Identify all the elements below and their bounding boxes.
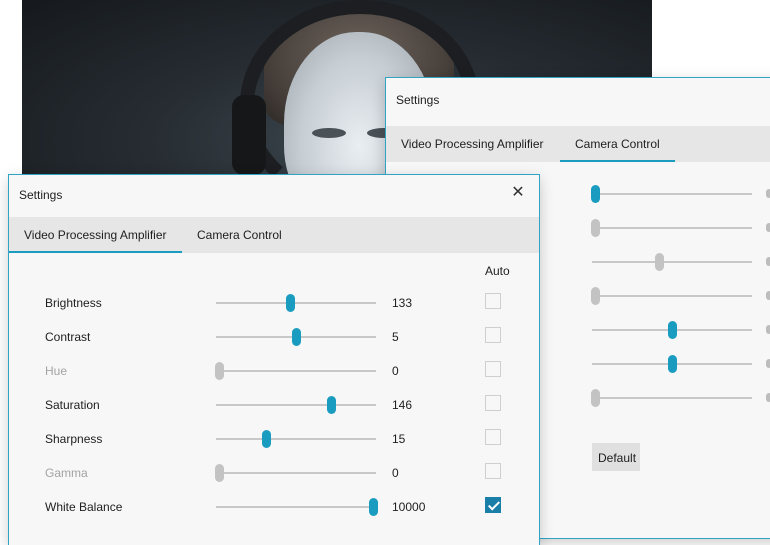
brightness-auto-checkbox[interactable] bbox=[485, 293, 501, 309]
close-icon[interactable]: ✕ bbox=[508, 183, 528, 203]
slider-thumb bbox=[591, 219, 601, 237]
tab-video-processing-amplifier[interactable]: Video Processing Amplifier bbox=[386, 126, 559, 162]
slider-thumb[interactable] bbox=[261, 430, 271, 448]
setting-value: 0 bbox=[392, 364, 399, 378]
settings-window-front: Settings ✕ Video Processing Amplifier Ca… bbox=[9, 175, 539, 545]
window-title: Settings bbox=[19, 188, 63, 202]
setting-label: White Balance bbox=[45, 500, 123, 514]
preview-earcup bbox=[232, 95, 266, 175]
slider-thumb bbox=[591, 287, 601, 305]
setting-value: 5 bbox=[392, 330, 399, 344]
slider-thumb[interactable] bbox=[292, 328, 301, 346]
setting-row-brightness: Brightness 133 bbox=[9, 286, 539, 320]
title-bar: Settings ✕ bbox=[9, 175, 539, 217]
slider-thumb[interactable] bbox=[368, 498, 378, 516]
setting-row-sharpness: Sharpness 15 bbox=[9, 422, 539, 456]
setting-label: Hue bbox=[45, 364, 68, 378]
slider-thumb[interactable] bbox=[285, 294, 295, 312]
camera-control-slider[interactable] bbox=[591, 185, 752, 203]
setting-row-hue: Hue 0 bbox=[9, 354, 539, 388]
setting-row-contrast: Contrast 5 bbox=[9, 320, 539, 354]
slider-thumb bbox=[215, 464, 225, 482]
hue-auto-checkbox bbox=[485, 361, 501, 377]
contrast-auto-checkbox[interactable] bbox=[485, 327, 501, 343]
camera-control-slider bbox=[592, 253, 752, 271]
camera-control-slider bbox=[591, 219, 752, 237]
tab-bar: Video Processing Amplifier Camera Contro… bbox=[9, 217, 539, 253]
setting-label: Saturation bbox=[45, 398, 100, 412]
brightness-slider[interactable] bbox=[216, 294, 376, 312]
value-indicator bbox=[766, 325, 770, 334]
saturation-auto-checkbox[interactable] bbox=[485, 395, 501, 411]
contrast-slider[interactable] bbox=[216, 328, 376, 346]
value-indicator bbox=[766, 393, 770, 402]
gamma-auto-checkbox bbox=[485, 463, 501, 479]
sharpness-slider[interactable] bbox=[216, 430, 376, 448]
tab-camera-control[interactable]: Camera Control bbox=[182, 217, 297, 253]
setting-value: 15 bbox=[392, 432, 406, 446]
setting-row-white-balance: White Balance 10000 bbox=[9, 490, 539, 524]
slider-thumb bbox=[655, 253, 665, 271]
setting-label: Gamma bbox=[45, 466, 88, 480]
title-bar: Settings bbox=[386, 78, 770, 126]
value-indicator bbox=[766, 257, 770, 266]
tab-bar: Video Processing Amplifier Camera Contro… bbox=[386, 126, 770, 162]
slider-thumb[interactable] bbox=[591, 185, 601, 203]
setting-row-gamma: Gamma 0 bbox=[9, 456, 539, 490]
white-balance-slider[interactable] bbox=[216, 498, 378, 516]
setting-value: 0 bbox=[392, 466, 399, 480]
tab-video-processing-amplifier[interactable]: Video Processing Amplifier bbox=[9, 217, 182, 253]
value-indicator bbox=[766, 359, 770, 368]
value-indicator bbox=[766, 189, 770, 198]
auto-column-header: Auto bbox=[485, 264, 510, 278]
setting-label: Contrast bbox=[45, 330, 91, 344]
camera-control-slider[interactable] bbox=[592, 321, 752, 339]
sharpness-auto-checkbox[interactable] bbox=[485, 429, 501, 445]
gamma-slider bbox=[215, 464, 376, 482]
window-title: Settings bbox=[396, 93, 440, 107]
tab-camera-control[interactable]: Camera Control bbox=[560, 126, 675, 162]
white-balance-auto-checkbox[interactable] bbox=[485, 497, 501, 513]
slider-thumb bbox=[215, 362, 225, 380]
camera-control-slider[interactable] bbox=[592, 355, 752, 373]
setting-label: Brightness bbox=[45, 296, 102, 310]
setting-value: 10000 bbox=[392, 500, 426, 514]
slider-thumb[interactable] bbox=[327, 396, 337, 414]
value-indicator bbox=[766, 291, 770, 300]
camera-control-slider bbox=[591, 287, 752, 305]
setting-value: 146 bbox=[392, 398, 413, 412]
value-indicator bbox=[766, 223, 770, 232]
setting-value: 133 bbox=[392, 296, 413, 310]
hue-slider bbox=[215, 362, 376, 380]
slider-thumb[interactable] bbox=[668, 321, 677, 339]
setting-label: Sharpness bbox=[45, 432, 103, 446]
slider-thumb bbox=[591, 389, 601, 407]
saturation-slider[interactable] bbox=[216, 396, 376, 414]
camera-control-slider bbox=[591, 389, 752, 407]
slider-thumb[interactable] bbox=[668, 355, 677, 373]
default-button[interactable]: Default bbox=[592, 443, 640, 471]
setting-row-saturation: Saturation 146 bbox=[9, 388, 539, 422]
